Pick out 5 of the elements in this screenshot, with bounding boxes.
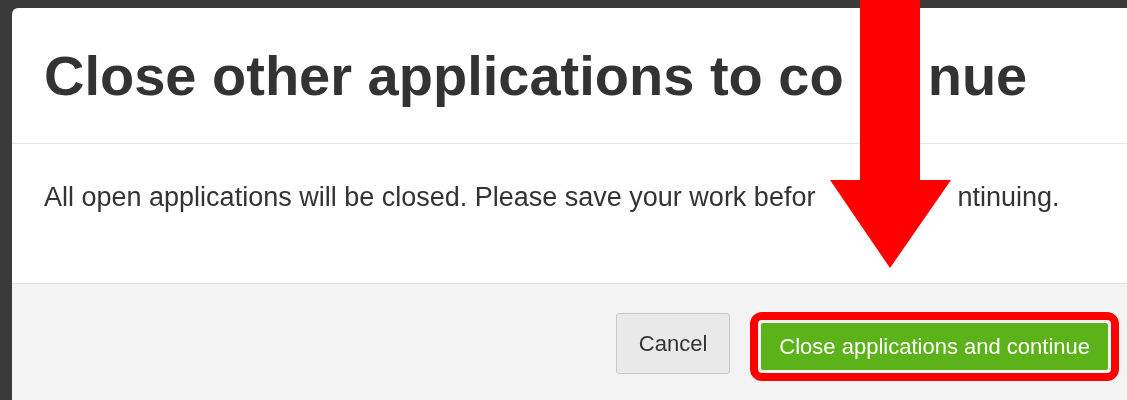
dialog-title: nue — [927, 42, 1028, 109]
dialog-title: Close other applications to co — [44, 42, 844, 109]
cancel-button[interactable]: Cancel — [615, 313, 731, 374]
dialog-message: All open applications will be closed. Please save your work befor — [44, 181, 816, 214]
dialog-message: ntinuing. — [957, 181, 1060, 214]
